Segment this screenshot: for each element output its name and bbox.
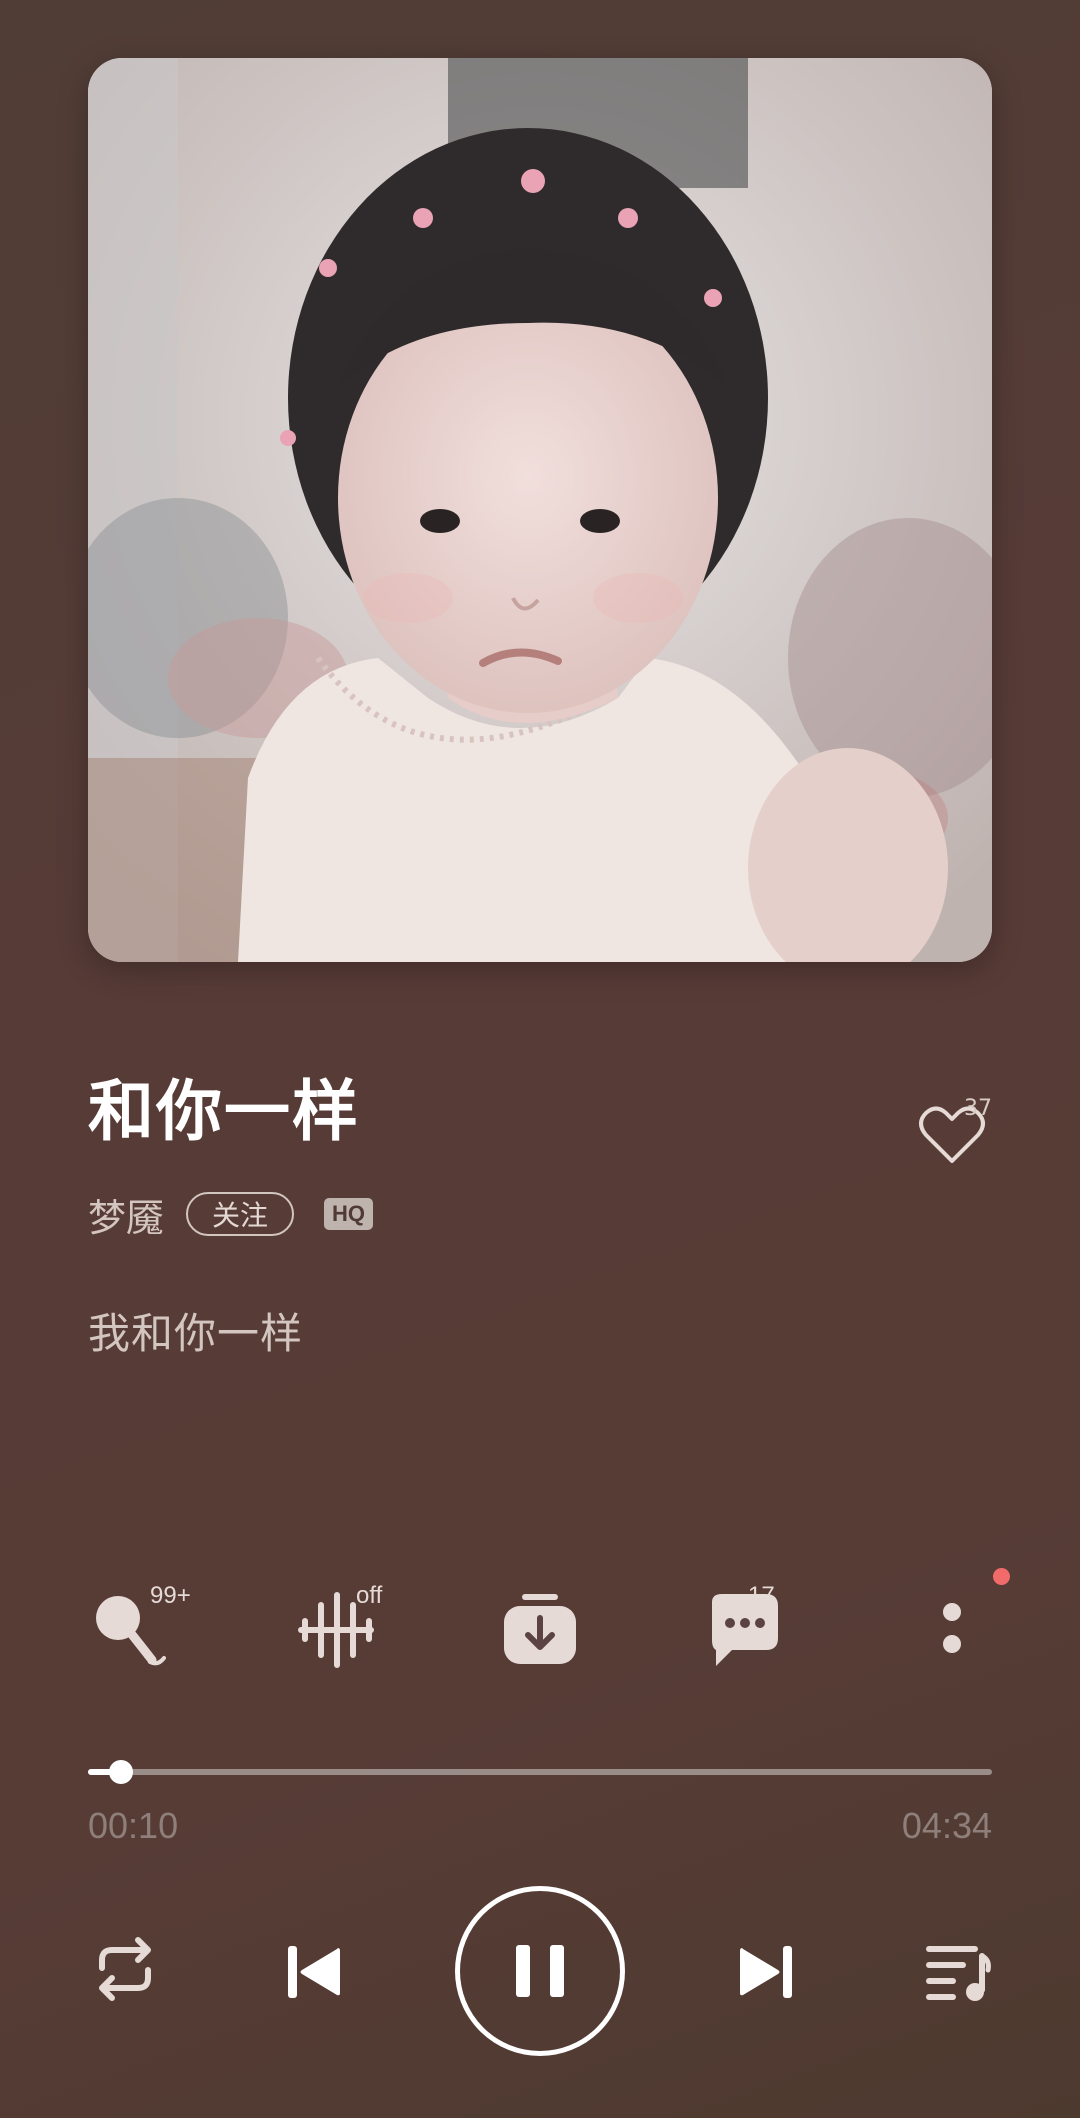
quality-badge[interactable]: HQ	[324, 1198, 374, 1230]
progress-handle[interactable]	[109, 1760, 134, 1784]
progress-bar[interactable]	[88, 1760, 992, 1784]
playlist-button[interactable]	[922, 1940, 992, 2002]
next-track-icon	[740, 1946, 792, 1998]
artist-name[interactable]: 梦魇	[88, 1187, 164, 1242]
download-button[interactable]	[498, 1588, 582, 1672]
total-time: 04:34	[901, 1805, 992, 1846]
play-pause-button[interactable]	[455, 1886, 625, 2056]
repeat-button[interactable]	[90, 1934, 160, 2004]
current-time: 00:10	[88, 1805, 179, 1846]
album-cover-photo	[88, 58, 992, 962]
comments-count: 17	[748, 1582, 775, 1609]
repeat-icon	[99, 1937, 151, 2001]
pause-icon	[516, 1945, 564, 1997]
more-vertical-icon	[943, 1603, 961, 1653]
artist-row: 梦魇 关注 HQ	[88, 1186, 374, 1242]
previous-button[interactable]	[286, 1944, 342, 2000]
sound-effect-status: off	[356, 1582, 383, 1609]
song-title: 和你一样	[88, 1073, 360, 1150]
notification-dot	[993, 1568, 1010, 1585]
follow-button[interactable]: 关注	[186, 1192, 295, 1236]
album-cover[interactable]	[88, 58, 992, 962]
download-icon	[504, 1594, 576, 1664]
more-button[interactable]	[910, 1588, 994, 1672]
next-button[interactable]	[738, 1944, 794, 2000]
previous-track-icon	[288, 1946, 340, 1998]
like-count: 37	[964, 1096, 992, 1121]
playlist-icon	[926, 1946, 991, 2001]
lyric-line[interactable]: 我和你一样	[88, 1300, 303, 1361]
karaoke-count: 99+	[150, 1582, 191, 1609]
